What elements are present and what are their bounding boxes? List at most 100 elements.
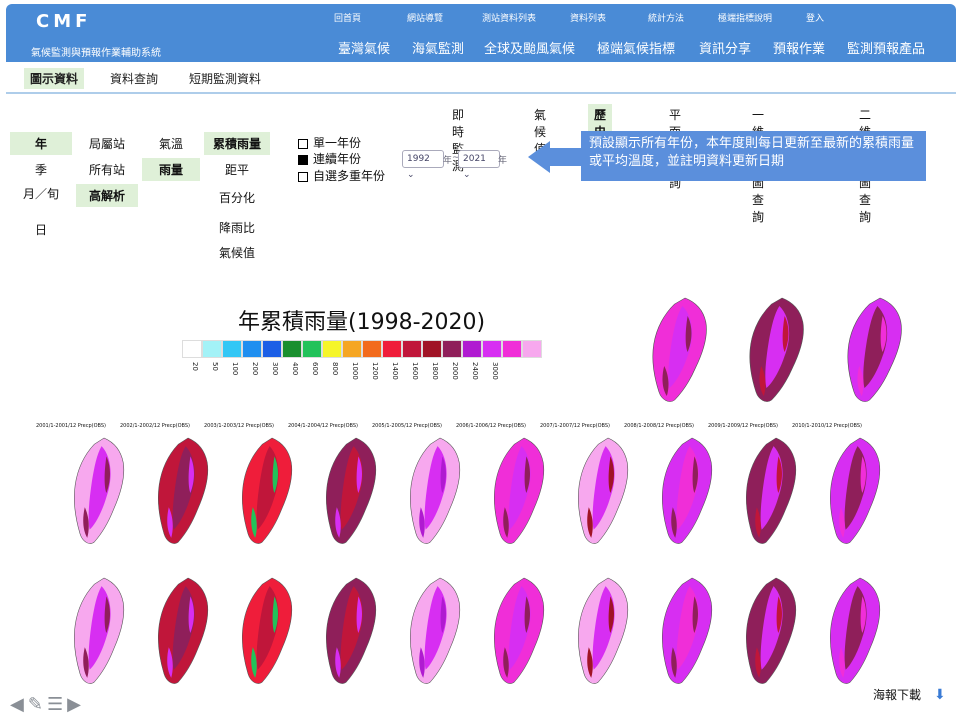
opt-label: 連續年份 xyxy=(313,152,362,166)
period-month[interactable]: 月／旬 xyxy=(10,182,72,205)
year-from-select[interactable]: 1992 ⌄ xyxy=(402,150,444,180)
colorbar xyxy=(182,340,542,358)
rainfall-map[interactable] xyxy=(320,576,380,688)
callout-arrow-icon xyxy=(528,141,550,173)
var-rainfall[interactable]: 雨量 xyxy=(142,158,200,181)
rainfall-map[interactable] xyxy=(236,436,296,548)
callout-arrow-tail xyxy=(550,148,582,166)
top-nav-item[interactable]: 資料列表 xyxy=(570,11,648,24)
main-nav-item[interactable]: 預報作業 xyxy=(773,38,847,57)
rainfall-map[interactable] xyxy=(68,576,128,688)
top-nav-item[interactable]: 極端指標說明 xyxy=(718,11,806,24)
map-caption: 2001/1-2001/12 Precp(OBS) xyxy=(36,423,106,429)
colorbar-tick-label: 1200 xyxy=(371,362,379,380)
colorbar-swatch xyxy=(202,340,222,358)
station-hires[interactable]: 高解析 xyxy=(76,184,138,207)
tab-graphics[interactable]: 圖示資料 xyxy=(24,68,85,89)
colorbar-swatch xyxy=(402,340,422,358)
map-caption: 2006/1-2006/12 Precp(OBS) xyxy=(456,423,526,429)
page-frame: CMF 氣候監測與預報作業輔助系統 回首頁 網站導覽 測站資料列表 資料列表 統… xyxy=(0,0,964,727)
year-from-value: 1992 xyxy=(407,154,430,164)
top-nav-item[interactable]: 測站資料列表 xyxy=(482,11,570,24)
product-anomaly[interactable]: 距平 xyxy=(204,158,270,181)
rainfall-map[interactable] xyxy=(404,436,464,548)
rainfall-map[interactable] xyxy=(740,436,800,548)
colorbar-swatch xyxy=(182,340,202,358)
chart-title: 年累積雨量(1998-2020) xyxy=(238,310,486,335)
product-climatology[interactable]: 氣候值 xyxy=(204,241,270,264)
product-accum-rain[interactable]: 累積雨量 xyxy=(204,132,270,155)
tab-data-query[interactable]: 資料查詢 xyxy=(104,68,164,89)
rainfall-map[interactable] xyxy=(488,576,548,688)
top-nav-item[interactable]: 統計方法 xyxy=(648,11,718,24)
year-to-value: 2021 xyxy=(463,154,486,164)
colorbar-swatch xyxy=(502,340,522,358)
main-nav-item[interactable]: 監測預報產品 xyxy=(847,38,937,57)
product-percentile[interactable]: 百分化 xyxy=(204,186,270,209)
map-caption: 2002/1-2002/12 Precp(OBS) xyxy=(120,423,190,429)
rainfall-map[interactable] xyxy=(320,436,380,548)
callout-note: 預設顯示所有年份，本年度則每日更新至最新的累積雨量或平均溫度，並註明資料更新日期 xyxy=(581,131,926,181)
rainfall-map[interactable] xyxy=(743,296,808,406)
period-day[interactable]: 日 xyxy=(10,218,72,241)
colorbar-tick-label: 1600 xyxy=(411,362,419,380)
footer-toolbar: ◀ ✎ ☰ ▶ xyxy=(10,694,81,715)
arrow-left-icon[interactable]: ◀ xyxy=(10,694,24,715)
login-link[interactable]: 登入 xyxy=(806,11,836,24)
colorbar-swatch xyxy=(522,340,542,358)
period-year[interactable]: 年 xyxy=(10,132,72,155)
rainfall-map[interactable] xyxy=(152,576,212,688)
rainfall-map[interactable] xyxy=(841,296,906,406)
poster-download[interactable]: 海報下載 xyxy=(873,686,921,703)
rainfall-map[interactable] xyxy=(824,436,884,548)
rainfall-map[interactable] xyxy=(740,576,800,688)
site-header: CMF 氣候監測與預報作業輔助系統 回首頁 網站導覽 測站資料列表 資料列表 統… xyxy=(6,4,956,62)
main-nav-item[interactable]: 資訊分享 xyxy=(699,38,773,57)
station-local[interactable]: 局屬站 xyxy=(76,132,138,155)
rainfall-map[interactable] xyxy=(488,436,548,548)
product-rain-ratio[interactable]: 降雨比 xyxy=(204,216,270,239)
year-to-unit: 年 xyxy=(498,156,508,166)
pencil-icon[interactable]: ✎ xyxy=(28,694,43,715)
colorbar-tick-label: 2000 xyxy=(451,362,459,380)
list-icon[interactable]: ☰ xyxy=(47,694,63,715)
main-nav-item[interactable]: 全球及颱風氣候 xyxy=(484,38,597,57)
rainfall-map[interactable] xyxy=(656,576,716,688)
arrow-right-icon[interactable]: ▶ xyxy=(67,694,81,715)
checkbox-icon[interactable] xyxy=(298,138,308,149)
tab-short-term[interactable]: 短期監測資料 xyxy=(183,68,267,89)
rainfall-map[interactable] xyxy=(68,436,128,548)
rainfall-map[interactable] xyxy=(572,436,632,548)
year-to-select[interactable]: 2021 ⌄ xyxy=(458,150,500,180)
top-nav-item[interactable]: 回首頁 xyxy=(334,11,407,24)
var-temperature[interactable]: 氣溫 xyxy=(142,132,200,155)
rainfall-map[interactable] xyxy=(656,436,716,548)
opt-label: 單一年份 xyxy=(313,136,362,150)
year-from-unit: 年 xyxy=(443,156,453,166)
rainfall-map[interactable] xyxy=(646,296,711,406)
station-all[interactable]: 所有站 xyxy=(76,158,138,181)
main-nav-item[interactable]: 極端氣候指標 xyxy=(597,38,699,57)
opt-label: 自選多重年份 xyxy=(313,169,386,183)
period-season[interactable]: 季 xyxy=(10,158,72,181)
opt-single-year[interactable]: 單一年份 xyxy=(298,134,361,151)
site-logo[interactable]: CMF xyxy=(36,11,91,32)
rainfall-map[interactable] xyxy=(824,576,884,688)
opt-multi-year[interactable]: 自選多重年份 xyxy=(298,167,385,184)
main-nav-item[interactable]: 海氣監測 xyxy=(412,38,484,57)
main-nav-item[interactable]: 臺灣氣候 xyxy=(338,38,412,57)
checkbox-checked-icon[interactable] xyxy=(298,154,308,165)
sub-nav: 圖示資料 資料查詢 短期監測資料 xyxy=(6,62,956,94)
opt-continuous-year[interactable]: 連續年份 xyxy=(298,150,361,167)
rainfall-map[interactable] xyxy=(236,576,296,688)
rainfall-map[interactable] xyxy=(404,576,464,688)
colorbar-tick-label: 2400 xyxy=(471,362,479,380)
checkbox-icon[interactable] xyxy=(298,171,308,182)
download-arrow-icon[interactable]: ⬇ xyxy=(934,687,946,703)
colorbar-swatch xyxy=(342,340,362,358)
rainfall-map[interactable] xyxy=(152,436,212,548)
map-caption: 2005/1-2005/12 Precp(OBS) xyxy=(372,423,442,429)
rainfall-map[interactable] xyxy=(572,576,632,688)
map-caption: 2008/1-2008/12 Precp(OBS) xyxy=(624,423,694,429)
top-nav-item[interactable]: 網站導覽 xyxy=(407,11,482,24)
